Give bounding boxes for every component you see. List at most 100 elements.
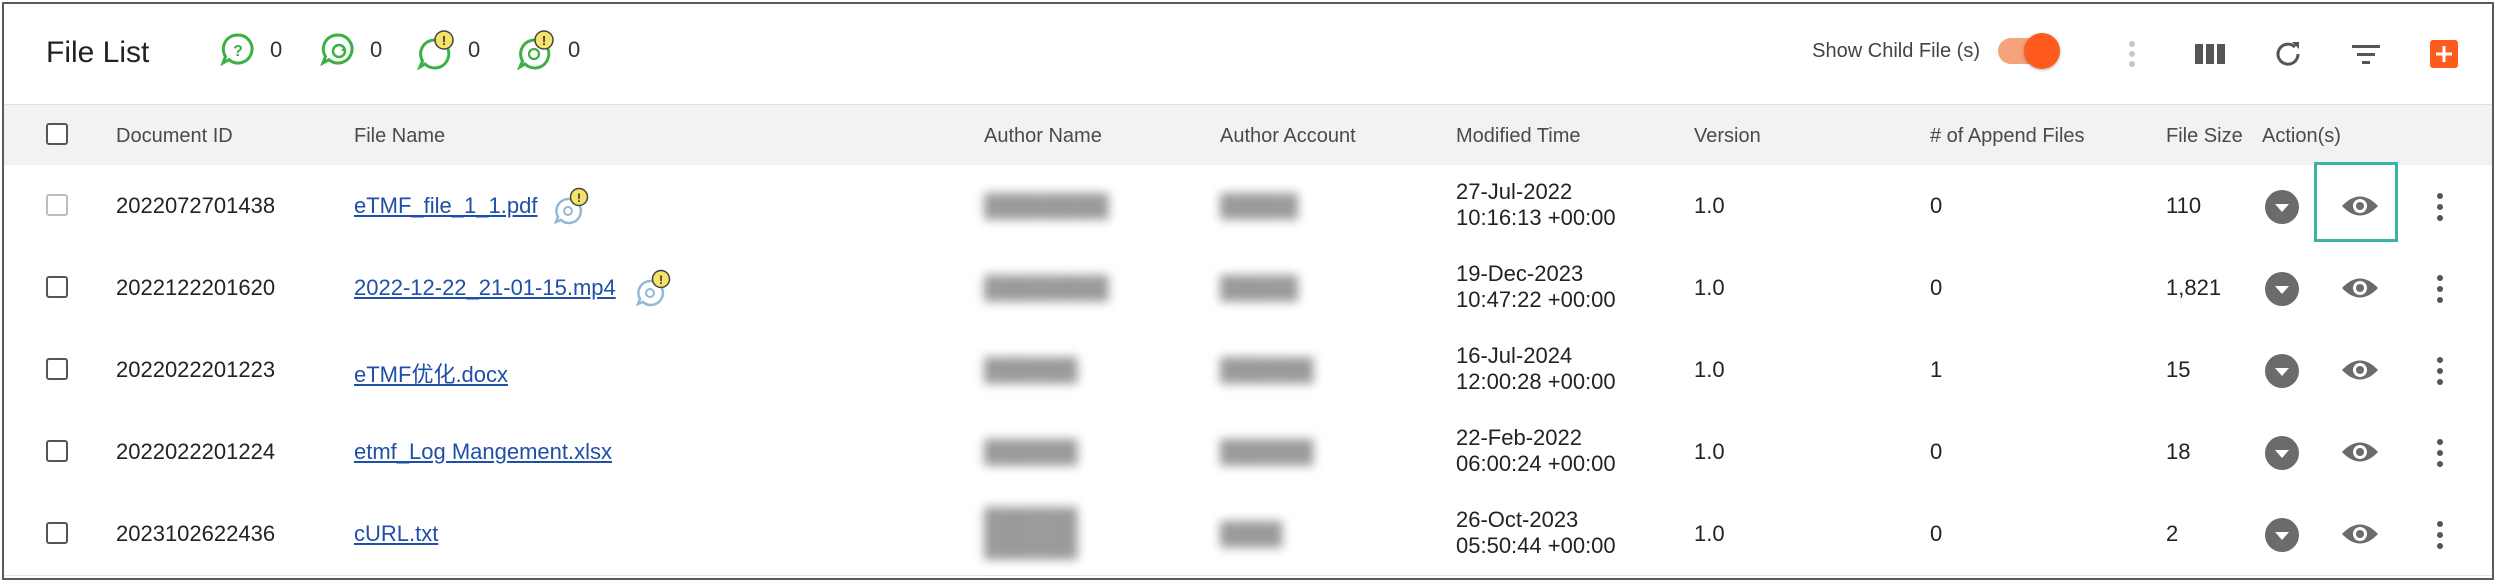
file-list-panel: File List ? 0 0 ! 0 ! 0 Show Child File … <box>2 2 2494 580</box>
warning-sync-bubble-icon: ! <box>553 187 589 225</box>
question-counter[interactable]: ? 0 <box>218 30 282 70</box>
row-checkbox[interactable] <box>46 358 68 380</box>
eye-icon[interactable] <box>2340 519 2380 549</box>
modified-clock: 05:50:44 +00:00 <box>1456 533 1616 558</box>
question-count: 0 <box>270 37 283 62</box>
append-count: 1 <box>1930 357 1943 382</box>
row-checkbox[interactable] <box>46 194 68 216</box>
author-name-redacted: ██████ ██████ <box>984 507 1078 558</box>
svg-text:!: ! <box>442 33 446 48</box>
more-vertical-icon[interactable] <box>2430 435 2450 471</box>
columns-icon <box>2195 44 2225 64</box>
more-vertical-icon[interactable] <box>2430 271 2450 307</box>
warning-bubble-icon: ! <box>417 30 454 70</box>
header-append-files[interactable]: # of Append Files <box>1930 125 2085 148</box>
more-vertical-icon <box>2129 41 2135 67</box>
table-row: 2022072701438 eTMF_file_1_1.pdf ! ██████… <box>4 162 2492 248</box>
modified-clock: 10:16:13 +00:00 <box>1456 205 1616 230</box>
modified-date: 22-Feb-2022 <box>1456 425 1582 450</box>
version: 1.0 <box>1694 357 1725 382</box>
toggle-knob <box>2024 33 2060 69</box>
eye-icon[interactable] <box>2340 191 2380 221</box>
warning-sync-counter[interactable]: ! 0 <box>516 30 580 70</box>
version: 1.0 <box>1694 439 1725 464</box>
table-row: 2022122201620 2022-12-22_21-01-15.mp4 ! … <box>4 247 2492 330</box>
refresh-button[interactable] <box>2268 34 2308 74</box>
append-count: 0 <box>1930 521 1943 546</box>
author-account-redacted: ██████ <box>1220 357 1314 382</box>
header-author-name[interactable]: Author Name <box>984 125 1102 148</box>
author-account-redacted: ██████ <box>1220 439 1314 464</box>
show-child-label: Show Child File (s) <box>1812 39 1980 62</box>
dropdown-circle-icon[interactable] <box>2264 189 2300 225</box>
file-name-link[interactable]: eTMF优化.docx <box>354 357 508 389</box>
author-account-redacted: ████ <box>1220 521 1283 546</box>
more-vertical-icon[interactable] <box>2430 189 2450 225</box>
document-id: 2022022201223 <box>116 357 276 382</box>
filter-icon <box>2352 45 2380 64</box>
columns-button[interactable] <box>2190 34 2230 74</box>
show-child-toggle[interactable] <box>1998 33 2060 69</box>
file-name-link[interactable]: etmf_Log Mangement.xlsx <box>354 439 612 465</box>
author-account-redacted: █████ <box>1220 193 1298 218</box>
warning-counter[interactable]: ! 0 <box>416 30 480 70</box>
modified-time: 22-Feb-2022 06:00:24 +00:00 <box>1456 425 1616 477</box>
svg-text:!: ! <box>542 33 546 48</box>
svg-text:!: ! <box>659 273 663 287</box>
modified-date: 16-Jul-2024 <box>1456 343 1573 368</box>
eye-icon[interactable] <box>2340 437 2380 467</box>
file-name-link[interactable]: eTMF_file_1_1.pdf <box>354 193 537 219</box>
eye-icon[interactable] <box>2340 273 2380 303</box>
file-size: 18 <box>2166 439 2191 464</box>
header-version[interactable]: Version <box>1694 125 1761 148</box>
author-name-redacted: ████████ <box>984 193 1109 218</box>
svg-text:?: ? <box>233 43 243 60</box>
modified-time: 19-Dec-2023 10:47:22 +00:00 <box>1456 261 1616 313</box>
dropdown-circle-icon[interactable] <box>2264 435 2300 471</box>
row-checkbox[interactable] <box>46 522 68 544</box>
table-row: 2023102622436 cURL.txt ██████ ██████ ████… <box>4 493 2492 576</box>
question-bubble-icon: ? <box>220 33 254 67</box>
more-vertical-icon[interactable] <box>2430 353 2450 389</box>
document-id: 2022122201620 <box>116 275 276 300</box>
more-vertical-icon[interactable] <box>2430 517 2450 553</box>
warning-sync-bubble-icon: ! <box>635 269 671 307</box>
file-name-link[interactable]: cURL.txt <box>354 521 438 547</box>
table-header: Document ID File Name Author Name Author… <box>4 104 2492 166</box>
add-file-button[interactable] <box>2424 34 2464 74</box>
author-name-redacted: ████████ <box>984 275 1109 300</box>
modified-clock: 10:47:22 +00:00 <box>1456 287 1616 312</box>
refresh-icon <box>2276 42 2300 66</box>
dropdown-circle-icon[interactable] <box>2264 353 2300 389</box>
file-size: 2 <box>2166 521 2179 546</box>
modified-time: 16-Jul-2024 12:00:28 +00:00 <box>1456 343 1616 395</box>
modified-date: 27-Jul-2022 <box>1456 179 1573 204</box>
modified-time: 26-Oct-2023 05:50:44 +00:00 <box>1456 507 1616 559</box>
header-document-id[interactable]: Document ID <box>116 125 233 148</box>
row-checkbox[interactable] <box>46 276 68 298</box>
filter-button[interactable] <box>2346 34 2386 74</box>
row-checkbox[interactable] <box>46 440 68 462</box>
header-modified-time[interactable]: Modified Time <box>1456 125 1581 148</box>
file-name-link[interactable]: 2022-12-22_21-01-15.mp4 <box>354 275 616 301</box>
sync-counter[interactable]: 0 <box>318 30 382 70</box>
version: 1.0 <box>1694 193 1725 218</box>
modified-clock: 12:00:28 +00:00 <box>1456 369 1616 394</box>
warning-sync-bubble-icon: ! <box>517 30 554 70</box>
dropdown-circle-icon[interactable] <box>2264 271 2300 307</box>
warning-sync-count: 0 <box>568 37 581 62</box>
header-author-account[interactable]: Author Account <box>1220 125 1356 148</box>
header-file-name[interactable]: File Name <box>354 125 445 148</box>
page-title: File List <box>46 36 150 69</box>
more-vertical-button[interactable] <box>2112 34 2152 74</box>
modified-clock: 06:00:24 +00:00 <box>1456 451 1616 476</box>
dropdown-circle-icon[interactable] <box>2264 517 2300 553</box>
author-name-redacted: ██████ <box>984 439 1078 464</box>
sync-bubble-icon <box>320 33 354 67</box>
document-id: 2022022201224 <box>116 439 276 464</box>
header-file-size[interactable]: File Size <box>2166 125 2243 148</box>
version: 1.0 <box>1694 275 1725 300</box>
eye-icon[interactable] <box>2340 355 2380 385</box>
select-all-checkbox[interactable] <box>46 123 68 145</box>
version: 1.0 <box>1694 521 1725 546</box>
